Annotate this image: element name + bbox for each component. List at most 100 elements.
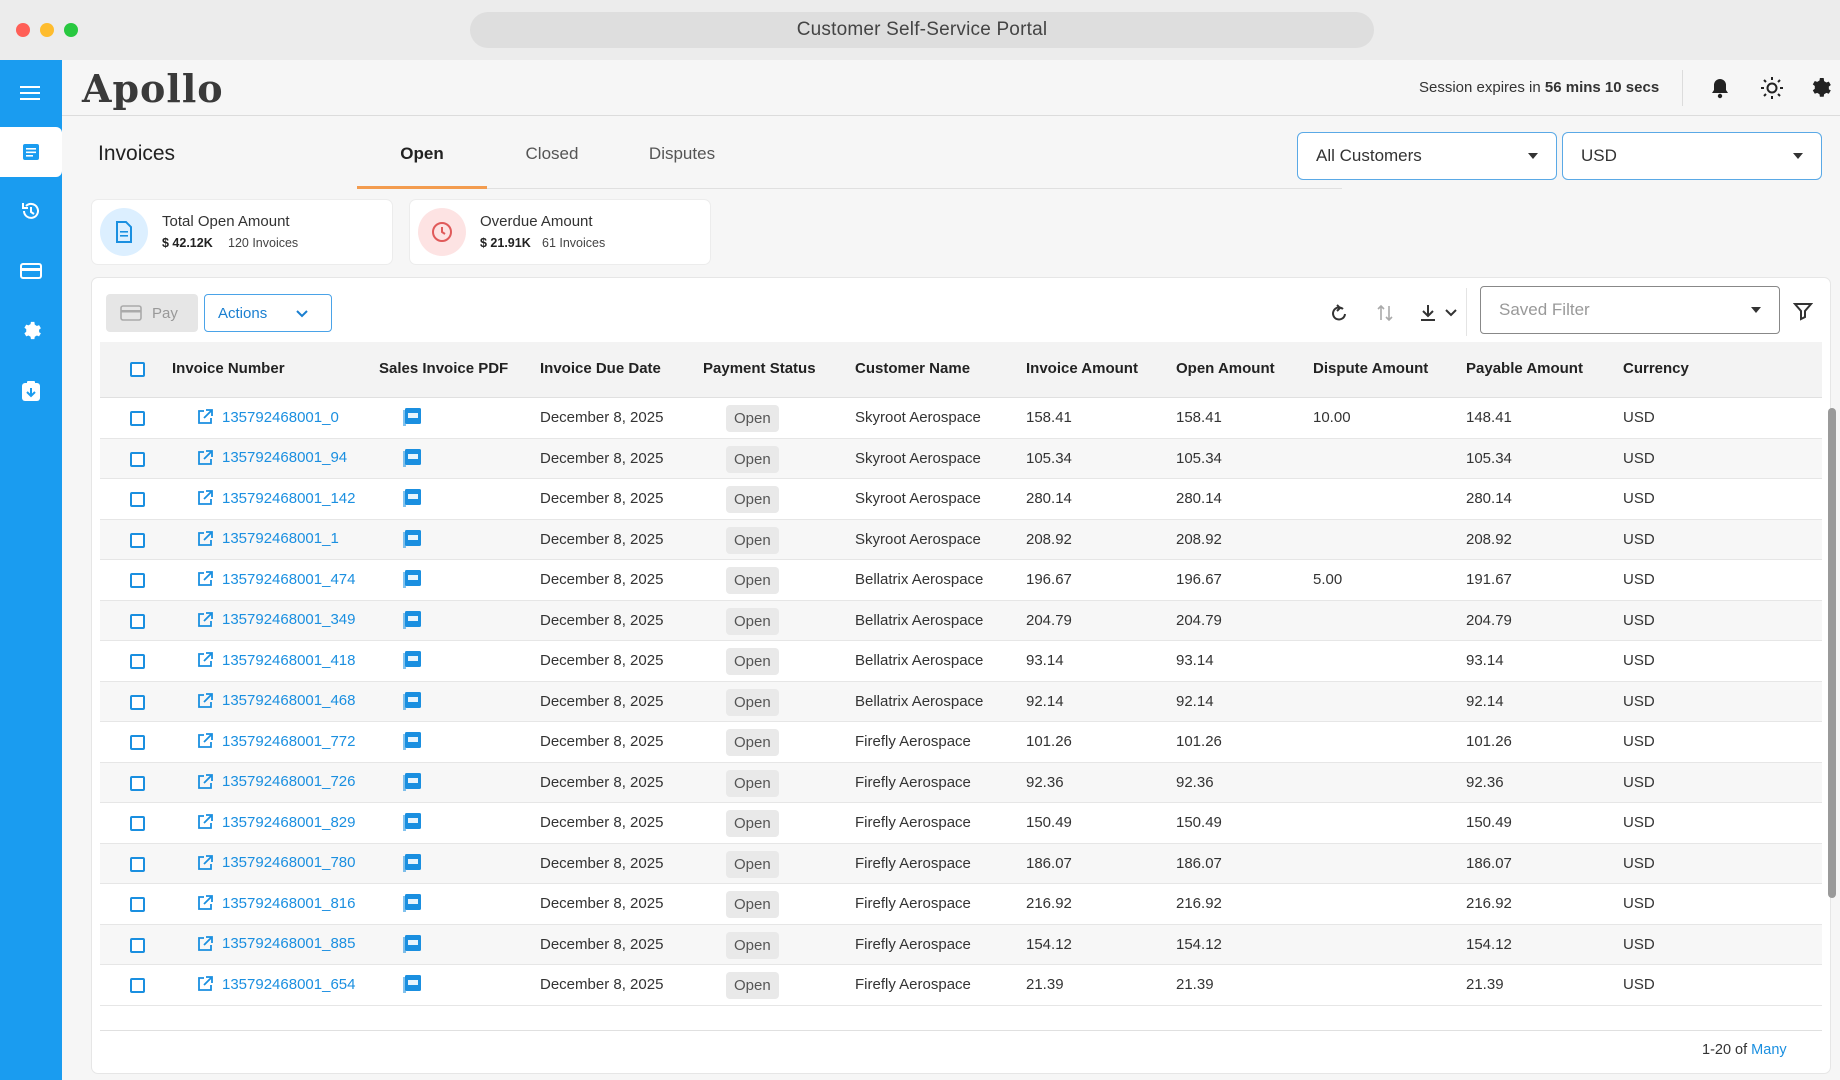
pdf-icon[interactable] <box>402 610 422 635</box>
customer-select[interactable]: All Customers <box>1297 132 1557 180</box>
invoice-number-link[interactable]: 135792468001_94 <box>196 449 347 467</box>
pdf-icon[interactable] <box>402 812 422 837</box>
pdf-icon[interactable] <box>402 934 422 959</box>
invoice-number-link[interactable]: 135792468001_726 <box>196 773 355 791</box>
column-header[interactable]: Currency <box>1623 360 1689 377</box>
pdf-icon[interactable] <box>402 731 422 756</box>
sidebar-menu-button[interactable] <box>0 68 62 118</box>
invoice-number-link[interactable]: 135792468001_349 <box>196 611 355 629</box>
invoice-number-link[interactable]: 135792468001_772 <box>196 732 355 750</box>
pdf-icon[interactable] <box>402 529 422 554</box>
row-checkbox[interactable] <box>130 451 145 467</box>
overdue-summary-card[interactable]: Overdue Amount $ 21.91K 61 Invoices <box>410 200 710 264</box>
refresh-button[interactable] <box>1324 298 1354 328</box>
invoice-number-link[interactable]: 135792468001_885 <box>196 935 355 953</box>
minimize-window-button[interactable] <box>40 23 54 37</box>
table-row[interactable]: 135792468001_829 Open December 8, 2025 Fire… <box>100 803 1822 844</box>
invoice-number-link[interactable]: 135792468001_474 <box>196 570 355 588</box>
invoice-number-link[interactable]: 135792468001_780 <box>196 854 355 872</box>
row-checkbox[interactable] <box>130 978 145 993</box>
theme-toggle-button[interactable] <box>1758 74 1786 102</box>
pdf-icon[interactable] <box>402 650 422 675</box>
table-row[interactable]: 135792468001_468 Open December 8, 2025 Bell… <box>100 681 1822 722</box>
currency-select[interactable]: USD <box>1562 132 1822 180</box>
settings-button[interactable] <box>1806 74 1834 102</box>
table-scrollbar[interactable] <box>1828 408 1836 898</box>
pdf-icon[interactable] <box>402 691 422 716</box>
invoice-number-link[interactable]: 135792468001_816 <box>196 894 355 912</box>
close-window-button[interactable] <box>16 23 30 37</box>
pay-button[interactable]: Pay <box>106 294 198 332</box>
row-checkbox[interactable] <box>130 937 145 953</box>
table-row[interactable]: 135792468001_1 Open December 8, 2025 Skyroo… <box>100 519 1822 560</box>
select-all-checkbox[interactable] <box>130 362 145 377</box>
table-row[interactable]: 135792468001_772 Open December 8, 2025 Fire… <box>100 722 1822 763</box>
table-row[interactable]: 135792468001_142 Open December 8, 2025 Skyr… <box>100 479 1822 520</box>
invoice-number-link[interactable]: 135792468001_1 <box>196 530 339 548</box>
tab-disputes[interactable]: Disputes <box>617 144 747 164</box>
pdf-icon[interactable] <box>402 853 422 878</box>
invoice-number-link[interactable]: 135792468001_468 <box>196 692 355 710</box>
invoice-number-link[interactable]: 135792468001_829 <box>196 813 355 831</box>
sidebar-item-payments[interactable] <box>0 246 62 296</box>
table-row[interactable]: 135792468001_816 Open December 8, 2025 Fire… <box>100 884 1822 925</box>
row-checkbox[interactable] <box>130 816 145 831</box>
tab-closed[interactable]: Closed <box>487 144 617 164</box>
column-header[interactable]: Invoice Number <box>172 360 285 377</box>
table-row[interactable]: 135792468001_349 Open December 8, 2025 Bell… <box>100 600 1822 641</box>
sidebar-item-history[interactable] <box>0 186 62 236</box>
sort-button[interactable] <box>1370 298 1400 328</box>
table-row[interactable]: 135792468001_474 Open December 8, 2025 Bell… <box>100 560 1822 601</box>
invoice-number-link[interactable]: 135792468001_142 <box>196 489 355 507</box>
row-checkbox[interactable] <box>130 735 145 750</box>
sidebar-item-invoices[interactable] <box>0 127 62 177</box>
maximize-window-button[interactable] <box>64 23 78 37</box>
row-checkbox[interactable] <box>130 573 145 588</box>
row-checkbox[interactable] <box>130 856 145 872</box>
saved-filter-select[interactable]: Saved Filter <box>1480 286 1780 334</box>
invoice-number-link[interactable]: 135792468001_0 <box>196 408 339 426</box>
row-checkbox[interactable] <box>130 775 145 791</box>
column-header[interactable]: Payment Status <box>703 360 816 377</box>
tab-open[interactable]: Open <box>357 144 487 164</box>
table-row[interactable]: 135792468001_654 Open December 8, 2025 Fire… <box>100 965 1822 1006</box>
row-checkbox[interactable] <box>130 897 145 912</box>
column-header[interactable]: Invoice Due Date <box>540 360 661 377</box>
table-row[interactable]: 135792468001_418 Open December 8, 2025 Bell… <box>100 641 1822 682</box>
column-header[interactable]: Sales Invoice PDF <box>379 360 508 377</box>
pagination-total-link[interactable]: Many <box>1751 1042 1786 1058</box>
notifications-button[interactable] <box>1706 74 1734 102</box>
sidebar-item-settings[interactable] <box>0 306 62 356</box>
row-checkbox[interactable] <box>130 694 145 710</box>
table-row[interactable]: 135792468001_780 Open December 8, 2025 Fire… <box>100 843 1822 884</box>
row-checkbox[interactable] <box>130 492 145 507</box>
table-row[interactable]: 135792468001_885 Open December 8, 2025 Fire… <box>100 924 1822 965</box>
row-checkbox[interactable] <box>130 654 145 669</box>
column-header[interactable]: Invoice Amount <box>1026 360 1138 377</box>
actions-dropdown-button[interactable]: Actions <box>204 294 332 332</box>
column-header[interactable]: Dispute Amount <box>1313 360 1428 377</box>
total-open-summary-card[interactable]: Total Open Amount $ 42.12K 120 Invoices <box>92 200 392 264</box>
table-row[interactable]: 135792468001_0 Open December 8, 2025 Skyroo… <box>100 398 1822 439</box>
column-header[interactable]: Open Amount <box>1176 360 1275 377</box>
pdf-icon[interactable] <box>402 893 422 918</box>
pdf-icon[interactable] <box>402 569 422 594</box>
pdf-icon[interactable] <box>402 974 422 999</box>
filter-button[interactable] <box>1788 296 1818 326</box>
pdf-icon[interactable] <box>402 448 422 473</box>
row-checkbox[interactable] <box>130 411 145 426</box>
table-row[interactable]: 135792468001_726 Open December 8, 2025 Fire… <box>100 762 1822 803</box>
apollo-logo[interactable]: Apollo <box>82 66 224 111</box>
row-checkbox[interactable] <box>130 532 145 548</box>
row-checkbox[interactable] <box>130 613 145 629</box>
pdf-icon[interactable] <box>402 407 422 432</box>
download-dropdown-button[interactable] <box>1416 298 1460 328</box>
sidebar-item-downloads[interactable] <box>0 366 62 416</box>
table-row[interactable]: 135792468001_94 Open December 8, 2025 Skyro… <box>100 438 1822 479</box>
column-header[interactable]: Payable Amount <box>1466 360 1583 377</box>
column-header[interactable]: Customer Name <box>855 360 970 377</box>
pdf-icon[interactable] <box>402 488 422 513</box>
invoice-number-link[interactable]: 135792468001_418 <box>196 651 355 669</box>
pdf-icon[interactable] <box>402 772 422 797</box>
invoice-number-link[interactable]: 135792468001_654 <box>196 975 355 993</box>
